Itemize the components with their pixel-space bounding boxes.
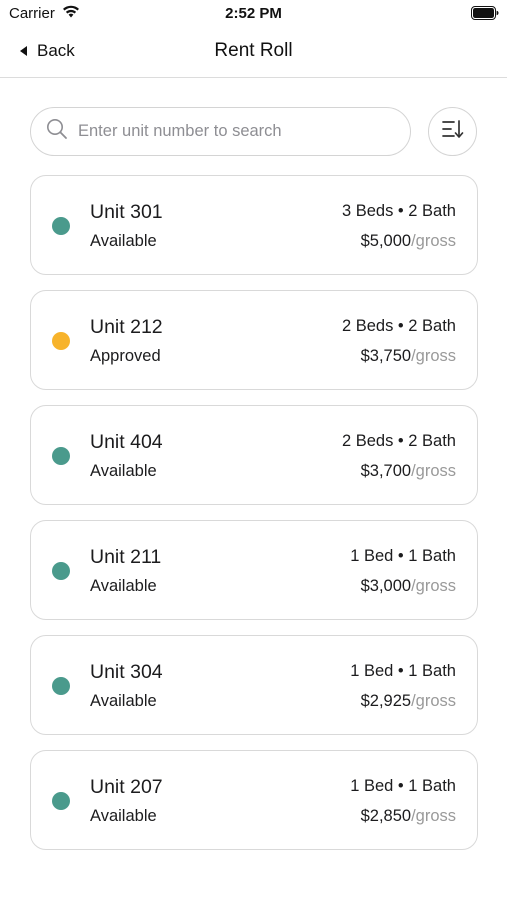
unit-price-suffix: /gross — [411, 577, 456, 595]
sort-icon — [441, 119, 464, 144]
search-bar[interactable] — [30, 107, 411, 156]
unit-bed-bath: 2 Beds • 2 Bath — [341, 432, 456, 450]
unit-status: Available — [90, 692, 157, 710]
unit-card[interactable]: Unit 404 Available 2 Beds • 2 Bath $3,700/g… — [30, 405, 478, 505]
unit-price: $3,000 — [360, 577, 412, 595]
unit-price: $2,925 — [360, 692, 412, 710]
unit-price: $3,700 — [360, 462, 412, 480]
unit-card[interactable]: Unit 211 Available 1 Bed • 1 Bath $3,000/gr… — [30, 520, 478, 620]
status-dot-icon — [52, 332, 70, 350]
unit-name: Unit 304 — [90, 661, 163, 683]
search-icon — [46, 118, 68, 145]
status-dot-icon — [52, 217, 70, 235]
unit-status: Available — [90, 462, 157, 480]
unit-status: Available — [90, 807, 157, 825]
unit-price-line: $3,750/gross — [361, 347, 456, 366]
status-dot-icon — [52, 447, 70, 465]
navigation-bar: Back Rent Roll — [0, 28, 507, 78]
unit-card[interactable]: Unit 207 Available 1 Bed • 1 Bath $2,850/gr… — [30, 750, 478, 850]
unit-name: Unit 211 — [90, 546, 162, 568]
unit-price: $3,750 — [360, 347, 412, 365]
unit-bed-bath: 3 Beds • 2 Bath — [341, 202, 456, 220]
status-bar: Carrier 2:52 PM — [0, 0, 507, 28]
search-input[interactable] — [78, 122, 398, 141]
unit-price-line: $2,925/gross — [361, 692, 456, 711]
status-dot-icon — [52, 562, 70, 580]
unit-price-suffix: /gross — [411, 807, 456, 825]
unit-bed-bath: 1 Bed • 1 Bath — [350, 777, 456, 795]
unit-price: $2,850 — [360, 807, 412, 825]
unit-name: Unit 404 — [90, 431, 163, 453]
unit-bed-bath: 1 Bed • 1 Bath — [350, 662, 456, 680]
unit-status: Available — [90, 232, 157, 250]
status-dot-icon — [52, 792, 70, 810]
unit-list: Unit 301 Available 3 Beds • 2 Bath $5,000/g… — [30, 175, 478, 865]
unit-card[interactable]: Unit 212 Approved 2 Beds • 2 Bath $3,750/gr… — [30, 290, 478, 390]
unit-price-suffix: /gross — [411, 232, 456, 250]
unit-price-suffix: /gross — [411, 347, 456, 365]
status-time: 2:52 PM — [225, 5, 282, 22]
unit-price-line: $3,000/gross — [361, 577, 456, 596]
battery-icon — [471, 6, 499, 25]
unit-name: Unit 207 — [90, 776, 163, 798]
unit-card[interactable]: Unit 301 Available 3 Beds • 2 Bath $5,000/g… — [30, 175, 478, 275]
unit-name: Unit 301 — [90, 201, 163, 223]
unit-status: Available — [90, 577, 157, 595]
unit-bed-bath: 1 Bed • 1 Bath — [350, 547, 456, 565]
unit-status: Approved — [90, 347, 161, 365]
unit-price-line: $5,000/gross — [361, 232, 456, 251]
unit-card[interactable]: Unit 304 Available 1 Bed • 1 Bath $2,925/gr… — [30, 635, 478, 735]
unit-price-line: $2,850/gross — [361, 807, 456, 826]
unit-price: $5,000 — [360, 232, 412, 250]
unit-name: Unit 212 — [90, 316, 163, 338]
status-dot-icon — [52, 677, 70, 695]
unit-price-suffix: /gross — [411, 692, 456, 710]
unit-price-suffix: /gross — [411, 462, 456, 480]
unit-bed-bath: 2 Beds • 2 Bath — [341, 317, 456, 335]
sort-button[interactable] — [428, 107, 477, 156]
unit-price-line: $3,700/gross — [361, 462, 456, 481]
page-title: Rent Roll — [214, 40, 293, 61]
